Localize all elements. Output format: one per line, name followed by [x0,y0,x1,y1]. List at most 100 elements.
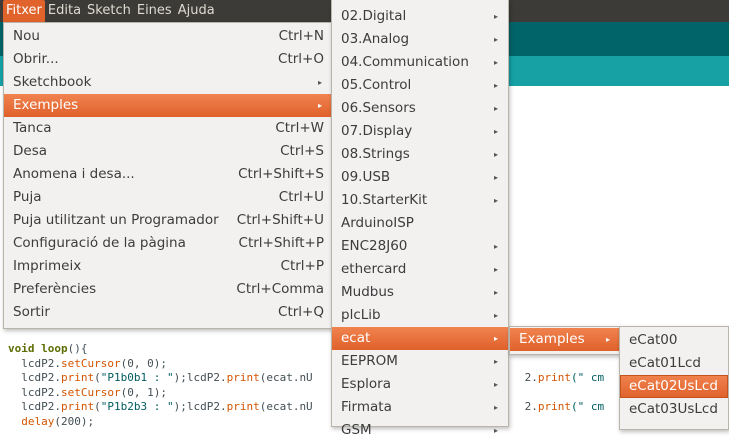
menu-item-label: Nou [13,28,40,44]
code-text[interactable]: void loop(){ lcdP2.setCursor(0, 0); lcdP… [8,342,631,429]
menu-item-label: ecat [341,330,371,346]
menu-item-label: eCat03UsLcd [629,401,718,417]
ecat-examples-menu: eCat00 eCat01Lcd eCat02UsLcd eCat03UsLcd [619,326,729,430]
code-text-fragment: lcdP2. [8,371,61,384]
menu-item-firmata[interactable]: Firmata ▸ [332,396,508,419]
code-function: print [226,400,260,413]
menu-item-label: 02.Digital [341,8,407,24]
menu-item-label: Sortir [13,304,50,320]
menu-item-sensors[interactable]: 06.Sensors ▸ [332,97,508,120]
menu-item-label: 10.StarterKit [341,192,428,208]
menu-item-strings[interactable]: 08.Strings ▸ [332,143,508,166]
file-menu: Nou Ctrl+N Obrir... Ctrl+O Sketchbook ▸ Exe… [3,22,333,329]
menu-item-shortcut: Ctrl+P [280,258,324,274]
menu-item-obrir[interactable]: Obrir... Ctrl+O [4,48,332,71]
menu-item-analog[interactable]: 03.Analog ▸ [332,28,508,51]
menu-item-examples[interactable]: Examples ▸ [510,328,620,351]
menu-item-label: 05.Control [341,77,412,93]
menu-item-ecat02uslcd[interactable]: eCat02UsLcd [620,375,728,398]
menu-item-starterkit[interactable]: 10.StarterKit ▸ [332,189,508,212]
code-function: print [537,371,571,384]
submenu-arrow-icon: ▸ [493,265,498,274]
menu-item-label: 03.Analog [341,31,410,47]
submenu-arrow-icon: ▸ [493,196,498,205]
menu-item-label: Imprimeix [13,258,82,274]
menu-item-label: Anomena i desa... [13,166,135,182]
menu-item-label: 06.Sensors [341,100,416,116]
examples-menu: 02.Digital ▸ 03.Analog ▸ 04.Communication ▸… [331,0,509,438]
code-text-fragment: );lcdP2. [173,371,227,384]
menu-item-usb[interactable]: 09.USB ▸ [332,166,508,189]
submenu-arrow-icon: ▸ [493,35,498,44]
menu-item-ecat00[interactable]: eCat00 [620,329,728,352]
menu-item-enc28j60[interactable]: ENC28J60 ▸ [332,235,508,258]
submenu-arrow-icon: ▸ [493,357,498,366]
code-function: print [60,400,95,413]
menu-item-shortcut: Ctrl+N [278,28,324,44]
menu-item-shortcut: Ctrl+U [278,189,324,205]
code-text-fragment: lcdP2. [8,356,61,370]
menu-item-puja-programador[interactable]: Puja utilitzant un Programador Ctrl+Shift… [4,209,332,232]
menu-item-shortcut: Ctrl+Comma [236,281,324,297]
menu-item-label: Mudbus [341,284,394,300]
menu-item-display[interactable]: 07.Display ▸ [332,120,508,143]
menu-item-label: EEPROM [341,353,398,369]
menu-item-label: eCat00 [629,332,678,348]
menu-ajuda[interactable]: Ajuda [175,0,218,22]
menu-item-eeprom[interactable]: EEPROM ▸ [332,350,508,373]
menu-item-exemples[interactable]: Exemples ▸ [4,94,332,117]
code-text-fragment: (200); [54,414,95,428]
menu-item-label: Desa [13,143,48,159]
menu-item-ecat01lcd[interactable]: eCat01Lcd [620,352,728,375]
menu-item-label: GSM [341,422,372,438]
submenu-arrow-icon: ▸ [317,101,322,110]
menu-item-ecat[interactable]: ecat ▸ [332,327,508,350]
menu-item-label: eCat01Lcd [629,355,701,371]
submenu-arrow-icon: ▸ [493,426,498,435]
menu-edita[interactable]: Edita [45,0,84,22]
code-function: print [537,400,571,413]
code-function: setCursor [60,385,121,399]
menu-item-arduinoisp[interactable]: ArduinoISP [332,212,508,235]
menu-sketch[interactable]: Sketch [84,0,134,22]
menu-item-communication[interactable]: 04.Communication ▸ [332,51,508,74]
menu-item-desa[interactable]: Desa Ctrl+S [4,140,332,163]
code-text-fragment: 2. [524,371,538,384]
menu-item-anomena[interactable]: Anomena i desa... Ctrl+Shift+S [4,163,332,186]
menu-item-mudbus[interactable]: Mudbus ▸ [332,281,508,304]
code-text-fragment: (0, 0); [120,356,167,370]
code-text-fragment: 2. [524,400,538,413]
menu-item-sortir[interactable]: Sortir Ctrl+Q [4,301,332,324]
menu-fitxer[interactable]: Fitxer [3,0,45,22]
submenu-arrow-icon: ▸ [317,78,322,87]
menu-item-ecat03uslcd[interactable]: eCat03UsLcd [620,398,728,421]
code-keyword: loop [41,342,68,355]
menu-item-shortcut: Ctrl+Shift+P [238,235,324,251]
menu-item-sketchbook[interactable]: Sketchbook ▸ [4,71,332,94]
menu-item-tanca[interactable]: Tanca Ctrl+W [4,117,332,140]
menu-eines[interactable]: Eines [134,0,175,22]
submenu-arrow-icon: ▸ [493,81,498,90]
menu-item-imprimeix[interactable]: Imprimeix Ctrl+P [4,255,332,278]
menu-item-label: Puja [13,189,42,205]
menu-item-label: 07.Display [341,123,413,139]
submenu-arrow-icon: ▸ [493,58,498,67]
menu-item-esplora[interactable]: Esplora ▸ [332,373,508,396]
menu-item-puja[interactable]: Puja Ctrl+U [4,186,332,209]
menu-item-label: 08.Strings [341,146,410,162]
code-function: setCursor [60,356,121,370]
menu-item-configuracio[interactable]: Configuració de la pàgina Ctrl+Shift+P [4,232,332,255]
menu-item-ethercard[interactable]: ethercard ▸ [332,258,508,281]
submenu-arrow-icon: ▸ [493,242,498,251]
menu-item-nou[interactable]: Nou Ctrl+N [4,25,332,48]
menu-item-label: eCat02UsLcd [629,378,718,394]
submenu-arrow-icon: ▸ [493,104,498,113]
menu-item-preferencies[interactable]: Preferències Ctrl+Comma [4,278,332,301]
menu-item-plclib[interactable]: plcLib ▸ [332,304,508,327]
code-text-fragment: ( [94,371,101,384]
menu-item-label: Firmata [341,399,392,415]
menu-item-shortcut: Ctrl+Shift+U [236,212,324,228]
menu-item-gsm[interactable]: GSM ▸ [332,419,508,442]
menu-item-control[interactable]: 05.Control ▸ [332,74,508,97]
menu-item-digital[interactable]: 02.Digital ▸ [332,5,508,28]
